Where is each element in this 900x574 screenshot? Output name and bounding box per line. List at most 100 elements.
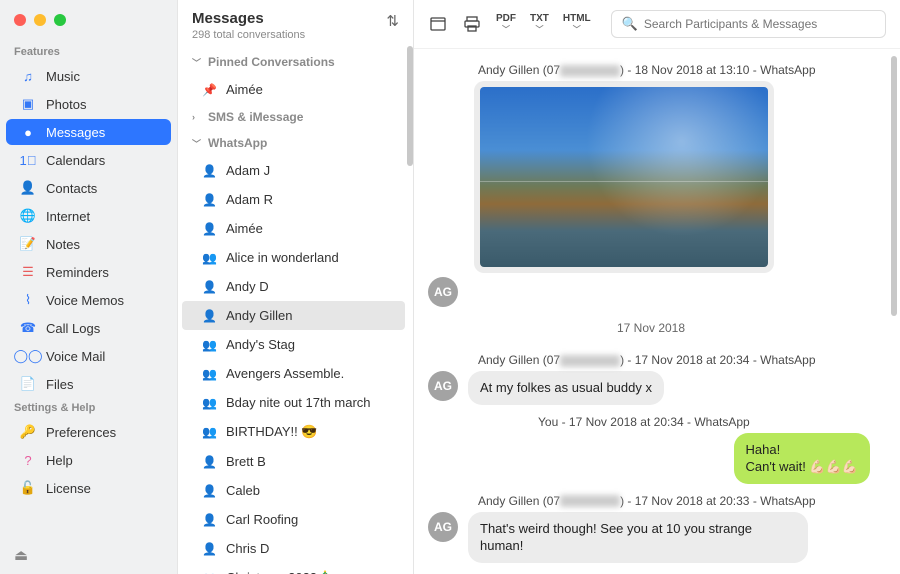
sidebar-item-reminders[interactable]: ☰ Reminders	[6, 259, 171, 285]
chevron-down-icon: ﹀	[502, 26, 510, 34]
sidebar-item-call-logs[interactable]: ☎Call Logs	[6, 315, 171, 341]
convo-item[interactable]: 👥Bday nite out 17th march	[182, 388, 405, 417]
convo-item[interactable]: 👤Chris D	[182, 534, 405, 563]
conversation-title: Messages	[192, 10, 305, 27]
convo-item[interactable]: 👥Andy's Stag	[182, 330, 405, 359]
convo-item[interactable]: 👤 Andy D	[182, 272, 405, 301]
maximize-window-button[interactable]	[54, 14, 66, 26]
message-bubble[interactable]: At my folkes as usual buddy x	[468, 371, 664, 405]
sidebar-item-label: Call Logs	[46, 321, 100, 336]
message-bubble[interactable]: That's weird though! See you at 10 you s…	[468, 512, 808, 563]
convo-aimee-pinned[interactable]: 📌Aimée	[182, 75, 405, 104]
photos-icon: ▣	[20, 96, 36, 112]
sidebar-item-voice-mail[interactable]: ◯◯Voice Mail	[6, 343, 171, 369]
scrollbar[interactable]	[407, 46, 413, 166]
convo-label: Avengers Assemble.	[226, 366, 344, 381]
conversation-scroll[interactable]: ﹀Pinned Conversations 📌Aimée ›SMS & iMes…	[178, 49, 413, 574]
export-pdf-button[interactable]: PDF﹀	[496, 14, 516, 34]
convo-item[interactable]: 👤Adam J	[182, 156, 405, 185]
search-box[interactable]: 🔍	[611, 10, 886, 38]
avatar: AG	[428, 512, 458, 542]
convo-item[interactable]: 👥Alice in wonderland	[182, 243, 405, 272]
sidebar-item-contacts[interactable]: 👤Contacts	[6, 175, 171, 201]
sidebar-item-calendars[interactable]: 1⃣ Calendars	[6, 147, 171, 173]
sidebar-item-label: Voice Mail	[46, 349, 105, 364]
globe-icon: 🌐	[20, 208, 36, 224]
calendar-icon: 1⃣	[20, 152, 36, 168]
chat-pane: PDF﹀ TXT﹀ HTML﹀ 🔍 Andy Gillen (07) - 18 …	[414, 0, 900, 574]
notes-icon: 📝	[20, 236, 36, 252]
convo-label: Chris D	[226, 541, 269, 556]
convo-item[interactable]: 👥Christmas 2022🎄	[182, 563, 405, 574]
sidebar-item-license[interactable]: 🔓License	[6, 475, 171, 501]
chevron-down-icon: ﹀	[192, 56, 202, 69]
minimize-window-button[interactable]	[34, 14, 46, 26]
reminders-icon: ☰	[20, 264, 36, 280]
convo-item-selected[interactable]: 👤Andy Gillen	[182, 301, 405, 330]
help-icon: ?	[20, 452, 36, 468]
sidebar-item-label: Photos	[46, 97, 86, 112]
person-icon: 👤	[202, 193, 216, 207]
date-separator: 17 Nov 2018	[428, 307, 874, 349]
close-window-button[interactable]	[14, 14, 26, 26]
sidebar-item-voice-memos[interactable]: ⌇Voice Memos	[6, 287, 171, 313]
sidebar-item-label: Internet	[46, 209, 90, 224]
sidebar-item-notes[interactable]: 📝Notes	[6, 231, 171, 257]
sidebar-item-internet[interactable]: 🌐 Internet	[6, 203, 171, 229]
convo-label: BIRTHDAY!! 😎	[226, 424, 318, 440]
sidebar-item-preferences[interactable]: 🔑Preferences	[6, 419, 171, 445]
convo-label: Alice in wonderland	[226, 250, 339, 265]
sidebar-item-photos[interactable]: ▣ Photos	[6, 91, 171, 117]
person-icon: 👤	[202, 513, 216, 527]
export-txt-button[interactable]: TXT﹀	[530, 14, 549, 34]
photo-attachment	[480, 87, 768, 267]
scrollbar[interactable]	[891, 56, 897, 316]
image-message[interactable]	[474, 81, 774, 273]
sidebar-item-music[interactable]: ♫Music	[6, 63, 171, 89]
convo-item[interactable]: 👤Carl Roofing	[182, 505, 405, 534]
convo-item[interactable]: 👥Avengers Assemble.	[182, 359, 405, 388]
convo-label: Caleb	[226, 483, 260, 498]
group-icon: 👥	[202, 425, 216, 439]
conversation-header: Messages 298 total conversations ⇅	[178, 0, 413, 49]
convo-item[interactable]: 👥 BIRTHDAY!! 😎	[182, 417, 405, 447]
chat-scroll[interactable]: Andy Gillen (07) - 18 Nov 2018 at 13:10 …	[414, 49, 900, 574]
search-input[interactable]	[644, 17, 875, 31]
search-icon: 🔍	[622, 16, 638, 32]
convo-label: Andy D	[226, 279, 269, 294]
message-bubble[interactable]: Haha! Can't wait! 💪🏻💪🏻💪🏻	[734, 433, 870, 484]
person-icon: 👤	[202, 280, 216, 294]
sidebar-item-files[interactable]: 📄Files	[6, 371, 171, 397]
sidebar-item-label: Help	[46, 453, 73, 468]
group-sms[interactable]: ›SMS & iMessage	[178, 104, 409, 130]
sort-button[interactable]: ⇅	[386, 10, 399, 30]
chevron-down-icon: ﹀	[573, 26, 581, 34]
message-meta: You - 17 Nov 2018 at 20:34 - WhatsApp	[538, 415, 874, 429]
convo-item[interactable]: 👤Aimée	[182, 214, 405, 243]
print-button[interactable]	[462, 14, 482, 34]
export-html-button[interactable]: HTML﹀	[563, 14, 591, 34]
chevron-down-icon: ﹀	[535, 26, 543, 34]
sidebar-item-label: Calendars	[46, 153, 105, 168]
eject-button[interactable]: ⏏	[0, 536, 177, 574]
convo-item[interactable]: 👤Brett B	[182, 447, 405, 476]
sidebar-item-label: Preferences	[46, 425, 116, 440]
redacted-phone	[560, 65, 620, 77]
person-icon: 👤	[202, 455, 216, 469]
avatar: AG	[428, 371, 458, 401]
group-whatsapp[interactable]: ﹀WhatsApp	[178, 130, 409, 156]
sidebar-item-label: Voice Memos	[46, 293, 124, 308]
sidebar-item-help[interactable]: ? Help	[6, 447, 171, 473]
sidebar-item-messages[interactable]: ●Messages	[6, 119, 171, 145]
convo-label: Adam J	[226, 163, 270, 178]
calendar-view-button[interactable]	[428, 14, 448, 34]
sidebar: Features ♫Music ▣Photos ●Messages 1⃣Cale…	[0, 0, 178, 574]
sidebar-item-label: Reminders	[46, 265, 109, 280]
convo-label: Andy Gillen	[226, 308, 292, 323]
convo-item[interactable]: 👤 Adam R	[182, 185, 405, 214]
redacted-phone	[560, 495, 620, 507]
group-pinned[interactable]: ﹀Pinned Conversations	[178, 49, 409, 75]
convo-label: Adam R	[226, 192, 273, 207]
group-label: WhatsApp	[208, 136, 267, 150]
convo-item[interactable]: 👤Caleb	[182, 476, 405, 505]
